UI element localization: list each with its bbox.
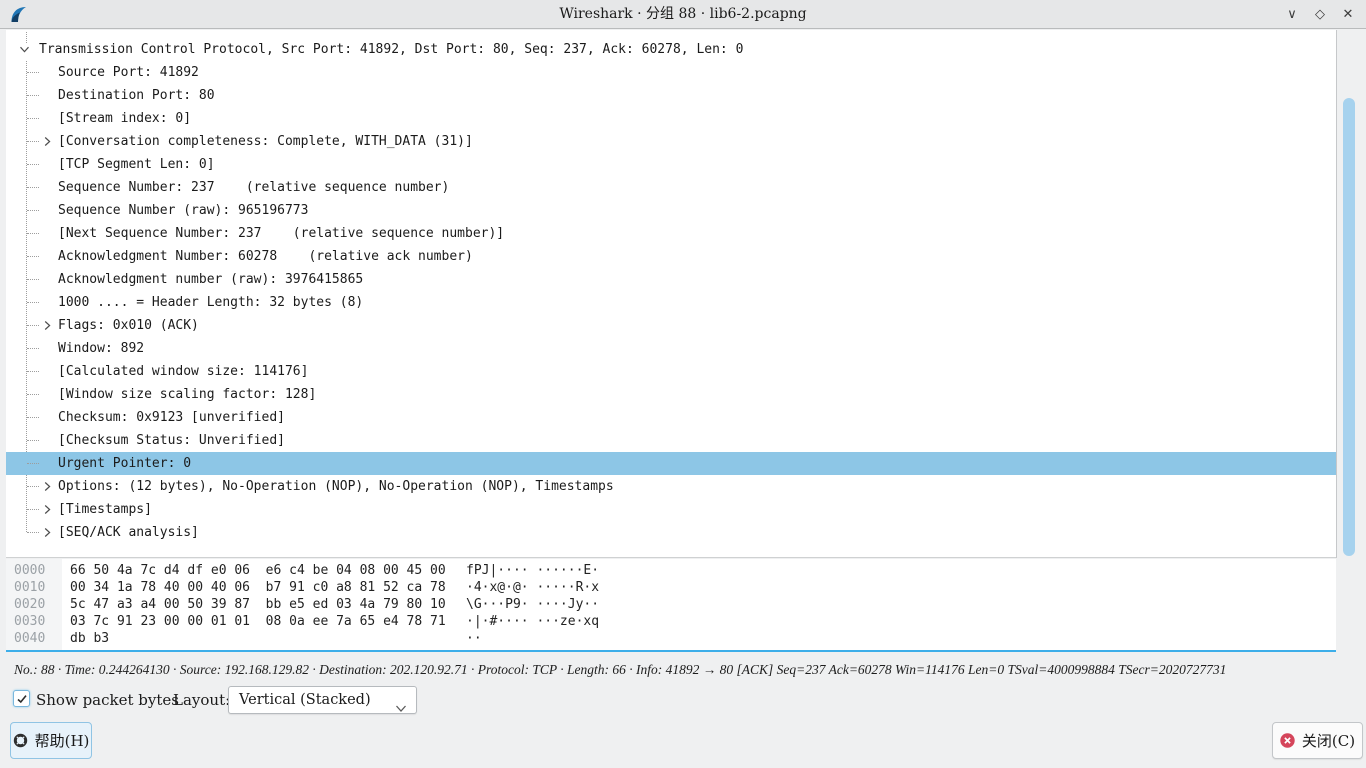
tree-row-label: Transmission Control Protocol, Src Port:… [6,42,743,57]
hex-row[interactable]: 0010 00 34 1a 78 40 00 40 06 b7 91 c0 a8 … [6,579,1336,596]
hex-rows: 0000 66 50 4a 7c d4 df e0 06 e6 c4 be 04 … [6,559,1336,647]
tree-row-label: [Calculated window size: 114176] [6,364,308,379]
tree-row[interactable]: Transmission Control Protocol, Src Port:… [6,38,1336,61]
hex-row-ascii[interactable]: ·· [466,631,482,646]
tree-row-label: Acknowledgment Number: 60278 (relative a… [6,249,473,264]
hex-row[interactable]: 0020 5c 47 a3 a4 00 50 39 87 bb e5 ed 03 … [6,596,1336,613]
tree-row[interactable]: Destination Port: 80 [6,84,1336,107]
hex-row-ascii[interactable]: fPJ|···· ······E· [466,563,599,578]
layout-label: Layout: [173,684,230,716]
tree-row[interactable]: [TCP Segment Len: 0] [6,153,1336,176]
tree-row[interactable]: Options: (12 bytes), No-Operation (NOP),… [6,475,1336,498]
tree-row[interactable]: [Conversation completeness: Complete, WI… [6,130,1336,153]
tree-row[interactable]: [Calculated window size: 114176] [6,360,1336,383]
checkmark-icon [16,693,28,705]
tree-row-label: Urgent Pointer: 0 [6,456,191,471]
hex-row-offset: 0010 [14,579,56,596]
help-button-label: 帮助(H) [35,730,90,751]
tree-row-label: Sequence Number (raw): 965196773 [6,203,308,218]
scrollbar[interactable] [1336,30,1366,558]
tree-row-label: [Stream index: 0] [6,111,191,126]
hex-row-ascii[interactable]: ·4·x@·@· ·····R·x [466,580,599,595]
minimize-icon[interactable]: ∨ [1284,7,1300,23]
expander-collapsed-icon[interactable] [42,320,53,331]
maximize-icon[interactable]: ◇ [1312,7,1328,23]
layout-dropdown[interactable]: Vertical (Stacked) [228,686,417,714]
tree-row[interactable]: Window: 892 [6,337,1336,360]
hex-row-bytes[interactable]: db b3 [70,630,460,647]
close-button-label: 关闭(C) [1302,730,1355,751]
hex-row-offset: 0020 [14,596,56,613]
expander-collapsed-icon[interactable] [42,481,53,492]
hex-row-bytes[interactable]: 66 50 4a 7c d4 df e0 06 e6 c4 be 04 08 0… [70,562,460,579]
expander-collapsed-icon[interactable] [42,136,53,147]
hex-row[interactable]: 0000 66 50 4a 7c d4 df e0 06 e6 c4 be 04 … [6,562,1336,579]
show-packet-bytes-label[interactable]: Show packet bytes [36,684,179,716]
tree-row-label: [Timestamps] [6,502,152,517]
tree-row[interactable]: Acknowledgment Number: 60278 (relative a… [6,245,1336,268]
tree-row-label: [Next Sequence Number: 237 (relative seq… [6,226,504,241]
tree-row[interactable]: [SEQ/ACK analysis] [6,521,1336,544]
help-button[interactable]: 帮助(H) [10,722,92,759]
tree-row-label: [TCP Segment Len: 0] [6,157,215,172]
tree-row[interactable]: [Next Sequence Number: 237 (relative seq… [6,222,1336,245]
packet-detail-tree: Transmission Control Protocol, Src Port:… [6,30,1336,558]
tree-row[interactable]: Urgent Pointer: 0 [6,452,1336,475]
window-controls: ∨ ◇ ✕ [1284,0,1356,29]
expander-collapsed-icon[interactable] [42,504,53,515]
hex-row[interactable]: 0040 db b3 ·· [6,630,1336,647]
hex-row-bytes[interactable]: 03 7c 91 23 00 00 01 01 08 0a ee 7a 65 e… [70,613,460,630]
tree-row-label: Acknowledgment number (raw): 3976415865 [6,272,363,287]
expander-expanded-icon[interactable] [19,44,30,55]
tree-row[interactable]: Sequence Number (raw): 965196773 [6,199,1336,222]
packet-summary-line: No.: 88 · Time: 0.244264130 · Source: 19… [14,662,1354,678]
scrollbar-thumb[interactable] [1343,98,1355,556]
tree-row-label: [Window size scaling factor: 128] [6,387,316,402]
controls-row: Show packet bytes Layout: Vertical (Stac… [0,684,1366,716]
layout-dropdown-value: Vertical (Stacked) [239,692,371,708]
tree-row[interactable]: 1000 .... = Header Length: 32 bytes (8) [6,291,1336,314]
window-title: Wireshark · 分组 88 · lib6-2.pcapng [0,0,1366,29]
hex-row-offset: 0030 [14,613,56,630]
hex-row-offset: 0000 [14,562,56,579]
hex-row[interactable]: 0030 03 7c 91 23 00 00 01 01 08 0a ee 7a … [6,613,1336,630]
tree-row[interactable]: Acknowledgment number (raw): 3976415865 [6,268,1336,291]
tree-row-label: [Conversation completeness: Complete, WI… [6,134,473,149]
hex-row-bytes[interactable]: 00 34 1a 78 40 00 40 06 b7 91 c0 a8 81 5… [70,579,460,596]
hex-row-bytes[interactable]: 5c 47 a3 a4 00 50 39 87 bb e5 ed 03 4a 7… [70,596,460,613]
tree-row-label: 1000 .... = Header Length: 32 bytes (8) [6,295,363,310]
tree-row-label: Window: 892 [6,341,144,356]
tree-row[interactable]: [Stream index: 0] [6,107,1336,130]
hex-row-offset: 0040 [14,630,56,647]
tree-row-label: [SEQ/ACK analysis] [6,525,199,540]
tree-row[interactable]: Checksum: 0x9123 [unverified] [6,406,1336,429]
tree-row-label: Source Port: 41892 [6,65,199,80]
tree-row-label: Checksum: 0x9123 [unverified] [6,410,285,425]
tree-row[interactable]: [Timestamps] [6,498,1336,521]
close-icon[interactable]: ✕ [1340,7,1356,23]
tree-row[interactable]: [Window size scaling factor: 128] [6,383,1336,406]
hex-row-ascii[interactable]: \G···P9· ····Jy·· [466,597,599,612]
tree-row[interactable]: Sequence Number: 237 (relative sequence … [6,176,1336,199]
packet-detail-tree-rows: Transmission Control Protocol, Src Port:… [6,30,1336,544]
titlebar: Wireshark · 分组 88 · lib6-2.pcapng ∨ ◇ ✕ [0,0,1366,29]
hex-row-ascii[interactable]: ·|·#···· ···ze·xq [466,614,599,629]
tree-row[interactable]: Source Port: 41892 [6,61,1336,84]
tree-row[interactable]: [Checksum Status: Unverified] [6,429,1336,452]
tree-row-label: Flags: 0x010 (ACK) [6,318,199,333]
close-dialog-button[interactable]: 关闭(C) [1272,722,1363,759]
tree-row-label: [Checksum Status: Unverified] [6,433,285,448]
packet-bytes-pane: 0000 66 50 4a 7c d4 df e0 06 e6 c4 be 04 … [6,559,1336,652]
tree-row-label: Sequence Number: 237 (relative sequence … [6,180,449,195]
tree-row[interactable]: Flags: 0x010 (ACK) [6,314,1336,337]
expander-collapsed-icon[interactable] [42,527,53,538]
chevron-down-icon [395,696,407,722]
help-lifebuoy-icon [13,733,28,748]
show-packet-bytes-checkbox[interactable] [13,690,30,707]
tree-row-label: Options: (12 bytes), No-Operation (NOP),… [6,479,614,494]
tree-row-label: Destination Port: 80 [6,88,215,103]
close-circle-icon [1280,733,1295,748]
